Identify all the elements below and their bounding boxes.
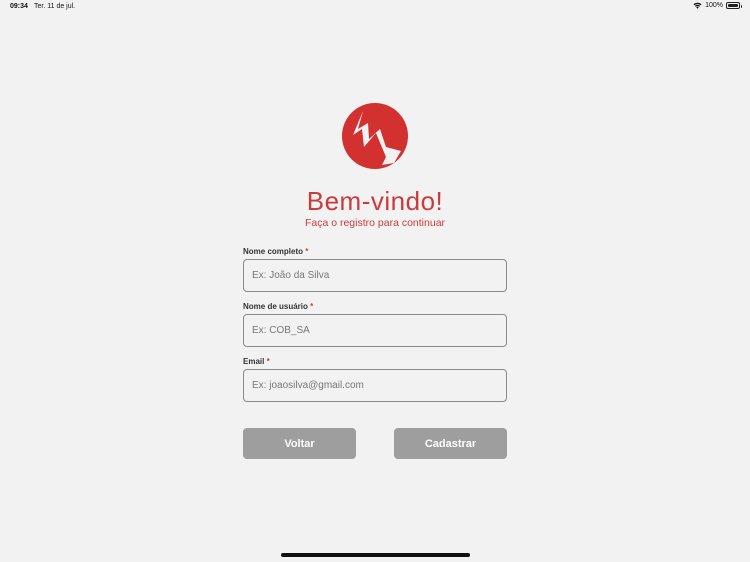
page-title: Bem-vindo! xyxy=(306,186,444,216)
required-mark: * xyxy=(266,357,270,366)
status-bar: 09:34 Ter. 11 de jul. 100% xyxy=(0,0,750,14)
status-time: 09:34 xyxy=(10,3,28,10)
battery-percent: 100% xyxy=(705,2,723,9)
brand-logo-icon xyxy=(342,103,408,169)
fullname-input[interactable] xyxy=(243,259,507,292)
required-mark: * xyxy=(305,247,309,256)
fullname-label-text: Nome completo xyxy=(243,247,304,256)
home-indicator[interactable] xyxy=(281,553,470,557)
battery-fill xyxy=(728,4,738,7)
battery-icon xyxy=(726,2,742,9)
email-label: Email * xyxy=(243,357,270,366)
register-button[interactable]: Cadastrar xyxy=(394,428,507,459)
fullname-label: Nome completo * xyxy=(243,247,308,256)
back-button[interactable]: Voltar xyxy=(243,428,356,459)
status-indicators: 100% xyxy=(693,2,742,9)
page-subtitle: Faça o registro para continuar xyxy=(304,217,446,229)
required-mark: * xyxy=(310,302,314,311)
wifi-icon xyxy=(693,2,702,9)
status-date: Ter. 11 de jul. xyxy=(34,3,76,10)
username-label: Nome de usuário * xyxy=(243,302,313,311)
username-input[interactable] xyxy=(243,314,507,347)
username-label-text: Nome de usuário xyxy=(243,302,308,311)
email-input[interactable] xyxy=(243,369,507,402)
email-label-text: Email xyxy=(243,357,265,366)
